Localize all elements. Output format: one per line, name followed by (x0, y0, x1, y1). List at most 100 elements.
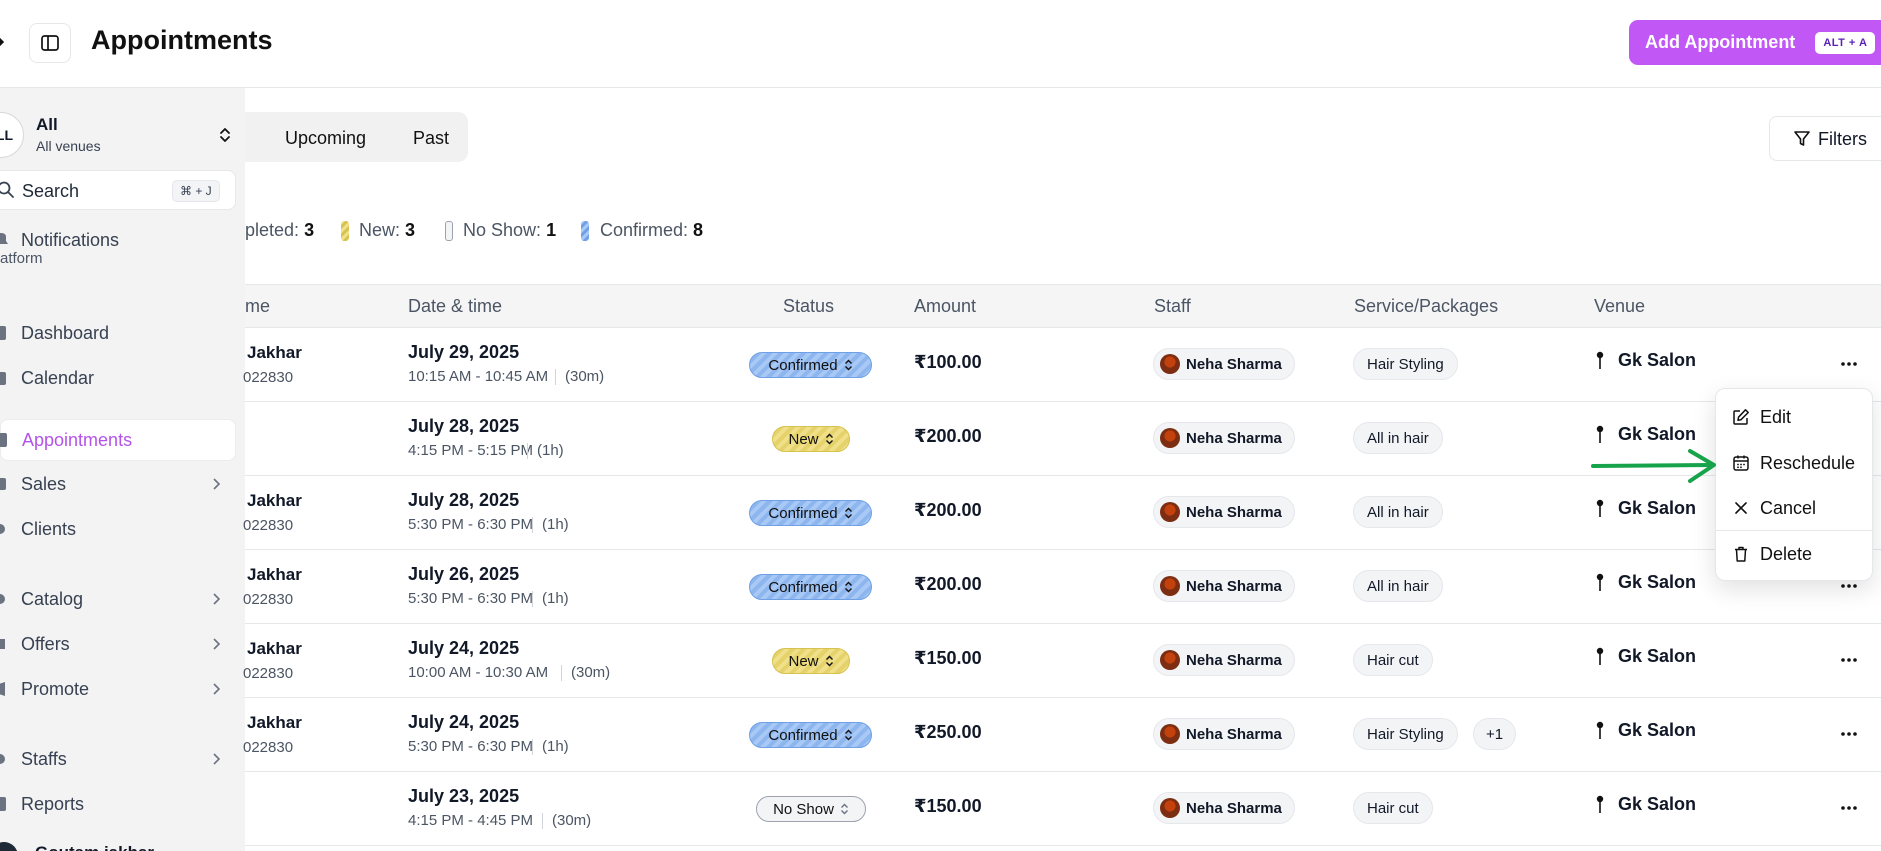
offers-icon (0, 639, 5, 649)
venue-avatar: LL (0, 112, 24, 158)
staff-avatar (1160, 502, 1180, 522)
chevron-up-down-icon (844, 507, 852, 519)
column-header-staff[interactable]: Staff (1154, 296, 1191, 317)
table-row[interactable]: Jakhar 022830 July 24, 2025 5:30 PM - 6:… (243, 698, 1881, 772)
column-header-name[interactable]: me (245, 296, 270, 317)
section-label-platform: atform (0, 250, 43, 267)
filter-icon (1794, 131, 1810, 146)
search-button[interactable]: Search ⌘ + J (0, 170, 236, 210)
status-badge[interactable]: Confirmed (749, 352, 872, 378)
service-badge: All in hair (1353, 570, 1443, 602)
column-header-service[interactable]: Service/Packages (1354, 296, 1498, 317)
menu-item-label: Edit (1760, 407, 1792, 427)
menu-item-label: Delete (1760, 544, 1813, 564)
client-name: Jakhar (247, 343, 302, 362)
more-options-icon[interactable] (1840, 724, 1858, 744)
sidebar-item-reports[interactable]: Reports (0, 784, 236, 824)
service-name: Hair cut (1367, 651, 1419, 669)
more-options-icon[interactable] (1840, 650, 1858, 670)
venue-name: Gk Salon (1618, 498, 1697, 518)
pin-icon (1596, 573, 1604, 591)
chevron-right-icon (213, 638, 221, 650)
menu-item-edit[interactable]: Edit (1716, 397, 1874, 437)
status-label: Confirmed (768, 726, 838, 744)
more-options-icon[interactable] (1840, 354, 1858, 374)
user-name: Goutam jakhar (35, 843, 154, 851)
venue-name: Gk Salon (1618, 646, 1697, 666)
menu-item-delete[interactable]: Delete (1716, 534, 1874, 574)
staff-avatar (1160, 576, 1180, 596)
status-badge[interactable]: Confirmed (749, 722, 872, 748)
service-badge: All in hair (1353, 422, 1443, 454)
column-header-amount[interactable]: Amount (914, 296, 976, 317)
divider (532, 591, 533, 607)
sidebar-item-promote[interactable]: Promote (0, 669, 236, 709)
legend-label: New: (359, 220, 401, 240)
staff-badge: Neha Sharma (1153, 348, 1295, 380)
megaphone-icon (0, 682, 5, 696)
status-badge[interactable]: New (772, 648, 850, 674)
tab-past[interactable]: Past (413, 128, 449, 149)
tab-upcoming[interactable]: Upcoming (285, 128, 366, 149)
client-phone: 022830 (243, 591, 294, 608)
menu-item-cancel[interactable]: Cancel (1716, 488, 1874, 528)
sidebar-item-calendar[interactable]: Calendar (0, 358, 236, 398)
menu-item-reschedule[interactable]: Reschedule (1716, 443, 1874, 483)
service-name: Hair cut (1367, 799, 1419, 817)
sidebar-item-label: Calendar (21, 368, 95, 388)
sidebar-item-sales[interactable]: Sales (0, 464, 236, 504)
table-row[interactable]: Jakhar 022830 July 26, 2025 5:30 PM - 6:… (243, 550, 1881, 624)
add-appointment-button[interactable]: Add Appointment ALT + A (1629, 20, 1881, 65)
column-header-venue[interactable]: Venue (1594, 296, 1645, 317)
chevron-up-down-icon (844, 581, 852, 593)
appointment-time: 5:30 PM - 6:30 PM (408, 590, 534, 607)
filters-label: Filters (1818, 129, 1867, 149)
user-profile[interactable]: Goutam jakhar (0, 840, 240, 851)
amount: ₹100.00 (914, 352, 982, 372)
appointment-duration: (1h) (542, 590, 569, 607)
sidebar-item-staffs[interactable]: Staffs (0, 739, 236, 779)
sidebar-item-catalog[interactable]: Catalog (0, 579, 236, 619)
table-row[interactable]: July 23, 2025 4:15 PM - 4:45 PM (30m) No… (245, 772, 1881, 846)
bell-icon (0, 233, 8, 244)
chevron-up-down-icon (220, 128, 230, 142)
appointment-tabs: Upcoming Past (245, 112, 468, 162)
sales-icon (0, 478, 6, 490)
status-badge[interactable]: Confirmed (749, 574, 872, 600)
venue-name: Gk Salon (1618, 350, 1697, 370)
sidebar-item-label: Offers (21, 634, 70, 654)
sidebar-toggle-button[interactable] (29, 23, 71, 63)
column-header-datetime[interactable]: Date & time (408, 296, 502, 317)
service-name: Hair Styling (1367, 725, 1444, 743)
sidebar-item-appointments[interactable]: Appointments (0, 419, 236, 461)
status-badge[interactable]: New (772, 426, 850, 452)
sidebar-item-label: Sales (21, 474, 67, 494)
list-icon (0, 433, 7, 447)
venue-name: Gk Salon (1618, 720, 1697, 740)
status-label: Confirmed (768, 504, 838, 522)
legend-swatch-new (341, 221, 349, 241)
table-row[interactable]: Jakhar 022830 July 29, 2025 10:15 AM - 1… (243, 328, 1881, 402)
venue-name: Gk Salon (1618, 572, 1697, 592)
filters-button[interactable]: Filters (1769, 116, 1881, 161)
search-shortcut: ⌘ + J (172, 180, 220, 202)
staff-avatar (1160, 650, 1180, 670)
column-header-status[interactable]: Status (783, 296, 834, 317)
chevron-right-icon (213, 753, 221, 765)
trash-icon (1735, 546, 1747, 562)
venue-name: Gk Salon (1618, 424, 1697, 444)
chevron-right-icon (213, 478, 221, 490)
status-badge[interactable]: No Show (756, 796, 866, 822)
table-row[interactable]: Jakhar 022830 July 24, 2025 10:00 AM - 1… (243, 624, 1881, 698)
status-badge[interactable]: Confirmed (749, 500, 872, 526)
more-options-icon[interactable] (1840, 798, 1858, 818)
sidebar-item-offers[interactable]: Offers (0, 624, 236, 664)
annotation-arrow-icon (1591, 449, 1716, 483)
venue-selector[interactable]: LL All All venues (0, 102, 245, 162)
page-title: Appointments (91, 25, 273, 55)
sidebar-item-clients[interactable]: Clients (0, 509, 236, 549)
sidebar-item-label: Appointments (22, 430, 133, 450)
sidebar-item-dashboard[interactable]: Dashboard (0, 313, 236, 353)
appointment-duration: (30m) (552, 812, 592, 829)
service-extra-badge[interactable]: +1 (1473, 718, 1517, 750)
